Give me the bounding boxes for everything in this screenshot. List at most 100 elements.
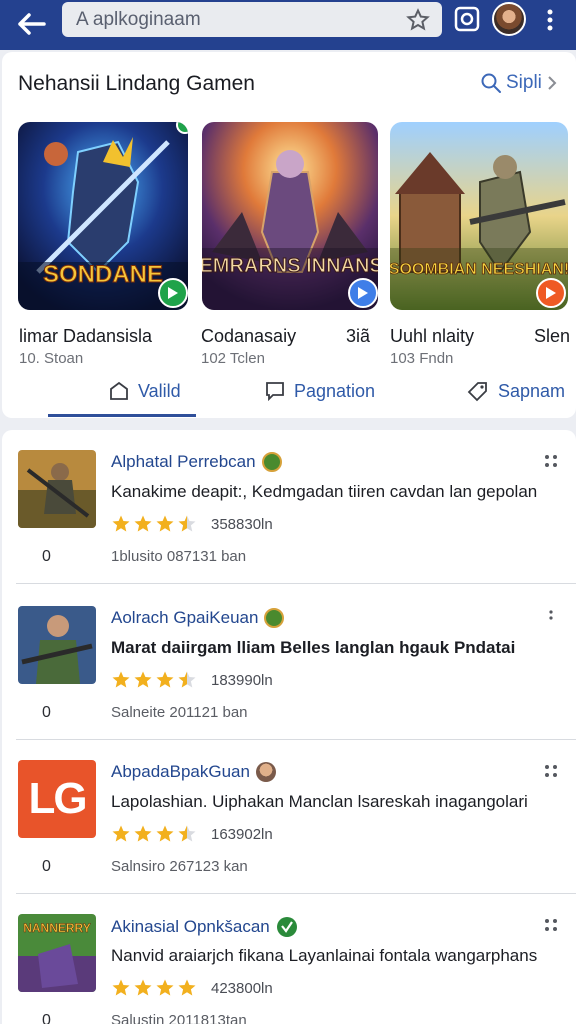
app-name-text: Aolrach GpaiKeuan [111, 608, 259, 627]
game-tile-1[interactable]: SONDANE [18, 122, 188, 310]
featured-games-card: Nehansii Lindang Gamen Sipli SONDANE lim… [2, 52, 576, 418]
rating-count: 358830ln [211, 515, 273, 533]
star-icon [134, 979, 152, 996]
release-info: Salneite 201121 ban [111, 704, 248, 721]
install-count: 0 [42, 548, 51, 565]
search-bar[interactable] [62, 2, 442, 37]
game-extra-2: 3iã [346, 326, 371, 346]
star-bookmark-icon[interactable] [406, 8, 430, 32]
app-description: Marat daiirgam lliam Belles langlan hgau… [111, 638, 516, 657]
star-icon [134, 825, 152, 842]
play-button[interactable] [536, 278, 566, 308]
half-star-icon [178, 671, 196, 688]
release-info: Salnsiro 267123 kan [111, 858, 248, 875]
play-button[interactable] [348, 278, 378, 308]
active-tab-indicator [48, 414, 196, 417]
star-icon [156, 671, 174, 688]
drag-handle-icon[interactable] [542, 916, 560, 934]
star-icon [156, 515, 174, 532]
app-description: Nanvid araiarjch fikana Layanlainai font… [111, 946, 538, 965]
game-art-2-title: MEMRARNS INNANSH [202, 255, 378, 277]
rating-stars: 183990ln [111, 670, 273, 690]
app-description: Kanakime deapit:, Kedmgadan tiiren cavda… [111, 482, 538, 501]
list-item[interactable]: Alphatal Perrebcan Kanakime deapit:, Ked… [2, 430, 576, 584]
game-tile-3[interactable]: SOOMBIAN NEESHIAN! [390, 122, 568, 310]
app-thumbnail: LG [18, 760, 96, 838]
star-icon [112, 671, 130, 688]
game-extra-3: Slen [534, 326, 571, 346]
app-name[interactable]: AbpadaBpakGuan [111, 762, 276, 782]
rating-count: 183990ln [211, 671, 273, 689]
star-icon [156, 979, 174, 996]
verified-leaf-icon [276, 917, 297, 937]
search-input[interactable] [76, 2, 396, 37]
game-name-3: Uuhl nlaity [390, 326, 475, 346]
install-count: 0 [42, 1012, 51, 1024]
tab-label: Pagnation [294, 380, 376, 401]
install-count: 0 [42, 704, 51, 721]
avatar[interactable] [492, 2, 526, 36]
game-art-1-title: SONDANE [43, 261, 163, 288]
star-icon [112, 979, 130, 996]
tag-icon [467, 382, 487, 402]
play-icon [358, 287, 368, 299]
tab-sapnam[interactable]: Sapnam [466, 380, 565, 402]
bag-icon [110, 381, 128, 400]
rating-count: 423800ln [211, 979, 273, 997]
app-name[interactable]: Akinasial Opnkšacan [111, 916, 298, 938]
list-item[interactable]: Aolrach GpaiKeuan Marat daiirgam lliam B… [2, 586, 576, 740]
rating-count: 163902ln [211, 825, 273, 843]
tab-valild[interactable]: Valild [108, 380, 181, 402]
star-icon [134, 515, 152, 532]
app-thumbnail [18, 606, 96, 684]
more-options-icon[interactable] [542, 608, 560, 626]
tab-label: Valild [138, 380, 181, 401]
app-description: Lapolashian. Uiphakan Manclan lsareskah … [111, 792, 528, 811]
install-count: 0 [42, 858, 51, 875]
star-icon [112, 825, 130, 842]
half-star-icon [178, 825, 196, 842]
back-arrow-icon[interactable] [14, 6, 50, 42]
star-icon [112, 515, 130, 532]
game-name-2: Codanasaiy [201, 326, 297, 346]
drag-handle-icon[interactable] [542, 762, 560, 780]
app-thumbnail [18, 450, 96, 528]
game-sub-1: 10. Stoan [19, 350, 84, 367]
drag-handle-icon[interactable] [542, 452, 560, 470]
more-menu-icon[interactable] [540, 6, 560, 34]
list-item[interactable]: LG AbpadaBpakGuan Lapolashian. Uiphakan … [2, 740, 576, 894]
star-icon [178, 979, 196, 996]
game-name-1: limar Dadansisla [19, 326, 153, 346]
game-sub-3: 103 Fndn [390, 350, 454, 367]
app-logo-text: NANNERRY [23, 921, 91, 935]
developer-badge-icon [264, 608, 285, 628]
app-name[interactable]: Aolrach GpaiKeuan [111, 608, 285, 628]
developer-avatar-icon [255, 762, 276, 782]
game-tile-2[interactable]: MEMRARNS INNANSH [202, 122, 378, 310]
list-item[interactable]: NANNERRY Akinasial Opnkšacan Nanvid arai… [2, 894, 576, 1024]
star-icon [156, 825, 174, 842]
rating-stars: 358830ln [111, 514, 273, 534]
app-name-text: Alphatal Perrebcan [111, 452, 256, 471]
chat-icon [266, 382, 284, 402]
play-button[interactable] [158, 278, 188, 308]
tab-pagnation[interactable]: Pagnation [264, 380, 375, 402]
section-search-link[interactable]: Sipli [480, 72, 558, 94]
search-link-label: Sipli [506, 72, 542, 93]
app-name-text: Akinasial Opnkšacan [111, 917, 270, 936]
game-art-3-title: SOOMBIAN NEESHIAN! [390, 261, 568, 278]
rating-stars: 423800ln [111, 978, 273, 998]
app-name[interactable]: Alphatal Perrebcan [111, 452, 282, 472]
app-list: Alphatal Perrebcan Kanakime deapit:, Ked… [2, 430, 576, 1024]
rating-stars: 163902ln [111, 824, 273, 844]
play-icon [546, 287, 556, 299]
release-info: 1blusito 087131 ban [111, 548, 247, 565]
section-title: Nehansii Lindang Gamen [18, 72, 255, 95]
camera-icon[interactable] [454, 6, 480, 32]
app-logo-text: LG [28, 774, 87, 823]
release-info: Salustin 2011813tan [111, 1012, 247, 1024]
app-thumbnail: NANNERRY [18, 914, 96, 992]
play-icon [168, 287, 178, 299]
tab-label: Sapnam [498, 380, 566, 401]
search-icon [481, 73, 501, 93]
